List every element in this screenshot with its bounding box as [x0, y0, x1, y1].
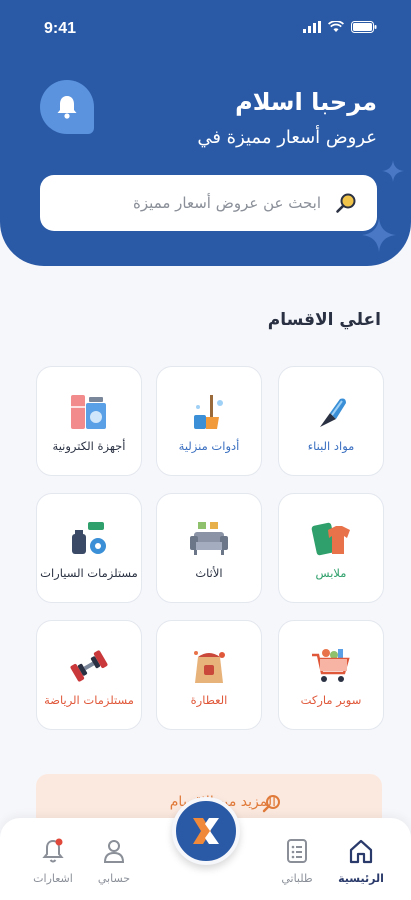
nav-notifications[interactable]: اشعارات [18, 838, 88, 885]
search-icon [262, 795, 280, 813]
category-card-spices[interactable]: العطارة [156, 620, 262, 730]
sofa-icon [190, 522, 228, 555]
sparkle-icon [382, 160, 404, 182]
greeting-title: مرحبا اسلام [235, 88, 377, 116]
orders-list-icon [287, 839, 307, 863]
category-label: ملابس [315, 566, 347, 580]
cleaning-tools-icon [194, 395, 223, 429]
notification-bell-button[interactable] [40, 80, 94, 134]
category-label: أجهزة الكترونية [52, 439, 126, 453]
nav-account-label: حسابي [97, 872, 131, 885]
category-label: العطارة [190, 693, 228, 707]
center-action-button[interactable] [172, 797, 240, 865]
nav-home[interactable]: الرئيسية [326, 838, 396, 885]
category-card-electronics[interactable]: أجهزة الكترونية [36, 366, 142, 476]
category-card-sports[interactable]: مستلزمات الرياضة [36, 620, 142, 730]
category-card-furniture[interactable]: الأثاث [156, 493, 262, 603]
bell-icon [57, 96, 77, 119]
section-title: اعلي الاقسام [267, 310, 381, 330]
category-card-building-materials[interactable]: مواد البناء [278, 366, 384, 476]
sparkle-icon [362, 218, 396, 252]
category-label: أدوات منزلية [178, 439, 240, 453]
dumbbell-icon [70, 650, 108, 682]
bell-icon [42, 838, 64, 863]
signal-icon [303, 21, 321, 33]
category-label: سوبر ماركت [300, 693, 362, 707]
header: 9:41 مرحبا اسلام عروض أسعار مميزة في ابح… [0, 0, 411, 266]
category-label: مستلزمات السيارات [40, 566, 138, 580]
wifi-icon [328, 21, 344, 32]
logo-icon [193, 818, 219, 844]
category-card-car-supplies[interactable]: مستلزمات السيارات [36, 493, 142, 603]
nav-notifications-label: اشعارات [33, 872, 73, 885]
nav-orders[interactable]: طلباتي [262, 838, 332, 885]
category-label: مستلزمات الرياضة [44, 693, 134, 707]
search-placeholder: ابحث عن عروض أسعار مميزة [133, 194, 321, 212]
notification-dot [55, 838, 63, 846]
category-label: الأثاث [195, 566, 223, 580]
shopping-cart-icon [312, 649, 350, 682]
search-input[interactable]: ابحث عن عروض أسعار مميزة [40, 175, 377, 231]
status-icons [303, 21, 377, 33]
battery-icon [351, 21, 377, 33]
search-icon [336, 193, 356, 213]
clothes-icon [311, 522, 350, 556]
category-card-supermarket[interactable]: سوبر ماركت [278, 620, 384, 730]
trowel-icon [320, 398, 346, 427]
nav-account[interactable]: حسابي [79, 838, 149, 885]
user-icon [103, 840, 125, 863]
greeting-subtitle: عروض أسعار مميزة في [197, 127, 377, 148]
category-label: مواد البناء [307, 439, 355, 453]
category-card-clothes[interactable]: ملابس [278, 493, 384, 603]
appliances-icon [71, 395, 106, 429]
nav-home-label: الرئيسية [338, 872, 384, 885]
category-card-household-tools[interactable]: أدوات منزلية [156, 366, 262, 476]
status-time: 9:41 [44, 20, 77, 37]
status-bar: 9:41 [0, 0, 411, 56]
spices-icon [194, 651, 225, 683]
car-parts-icon [72, 522, 106, 554]
nav-orders-label: طلباتي [281, 872, 313, 885]
home-icon [349, 839, 373, 864]
